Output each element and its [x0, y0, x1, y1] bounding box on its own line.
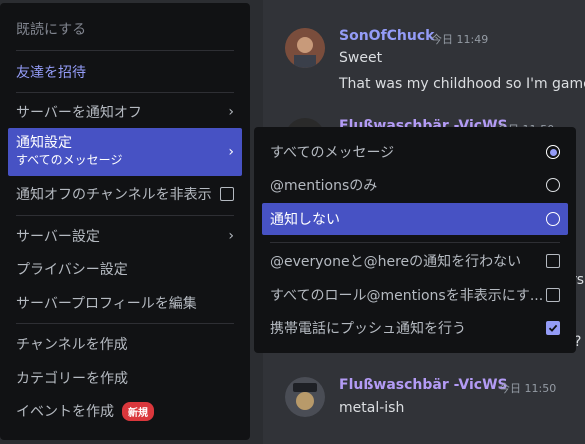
chevron-right-icon: › — [228, 104, 234, 120]
mark-read-item[interactable]: 既読にする — [8, 13, 242, 45]
option-label: 通知しない — [270, 212, 340, 228]
menu-item-label: チャンネルを作成 — [16, 337, 128, 353]
privacy-settings-item[interactable]: プライバシー設定 — [8, 253, 242, 285]
option-label: すべてのロール@mentionsを非表示にす... — [270, 288, 544, 304]
checkbox[interactable] — [546, 254, 560, 268]
radio-selected-icon[interactable] — [546, 145, 560, 159]
chevron-right-icon: › — [228, 144, 234, 160]
menu-item-label: 通知オフのチャンネルを非表示 — [16, 187, 212, 203]
option-label: 携帯電話にプッシュ通知を行う — [270, 321, 466, 337]
checkbox[interactable] — [220, 187, 234, 201]
message-text: Sweet — [339, 50, 383, 66]
menu-item-label: サーバーを通知オフ — [16, 105, 142, 121]
option-all-messages[interactable]: すべてのメッセージ — [262, 136, 568, 168]
menu-divider — [270, 242, 560, 243]
option-label: すべてのメッセージ — [270, 145, 395, 161]
invite-item[interactable]: 友達を招待 — [8, 56, 242, 88]
menu-divider — [16, 215, 234, 216]
timestamp: 今日 11:49 — [431, 33, 489, 46]
menu-item-label: 通知設定 — [16, 135, 72, 151]
menu-item-label: カテゴリーを作成 — [16, 371, 128, 387]
radio-icon[interactable] — [546, 212, 560, 226]
option-label: @everyoneと@hereの通知を行わない — [270, 254, 522, 270]
create-event-item[interactable]: イベントを作成 新規 — [8, 395, 242, 427]
checkbox-checked-icon[interactable] — [546, 321, 560, 335]
edit-server-profile-item[interactable]: サーバープロフィールを編集 — [8, 287, 242, 319]
mute-server-item[interactable]: サーバーを通知オフ › — [8, 96, 242, 128]
server-settings-item[interactable]: サーバー設定 › — [8, 220, 242, 252]
username[interactable]: Flußwaschbär -VicWS — [339, 377, 508, 393]
checkbox[interactable] — [546, 288, 560, 302]
timestamp: 今日 11:50 — [499, 382, 557, 395]
menu-divider — [16, 50, 234, 51]
menu-item-label: サーバープロフィールを編集 — [16, 296, 197, 312]
menu-item-label: 友達を招待 — [16, 65, 86, 81]
option-label: @mentionsのみ — [270, 178, 378, 194]
chevron-right-icon: › — [228, 228, 234, 244]
radio-icon[interactable] — [546, 178, 560, 192]
server-context-menu: 既読にする 友達を招待 サーバーを通知オフ › 通知設定 すべてのメッセージ ›… — [0, 3, 250, 440]
new-badge: 新規 — [122, 401, 154, 421]
option-suppress-roles[interactable]: すべてのロール@mentionsを非表示にす... — [262, 279, 568, 311]
menu-item-label: 既読にする — [16, 22, 87, 38]
menu-divider — [16, 323, 234, 324]
option-mentions-only[interactable]: @mentionsのみ — [262, 169, 568, 201]
menu-item-label: プライバシー設定 — [16, 262, 128, 278]
notification-settings-item[interactable]: 通知設定 すべてのメッセージ › — [8, 128, 242, 176]
option-mobile-push[interactable]: 携帯電話にプッシュ通知を行う — [262, 312, 568, 344]
create-channel-item[interactable]: チャンネルを作成 — [8, 328, 242, 360]
create-category-item[interactable]: カテゴリーを作成 — [8, 362, 242, 394]
message-text: That was my childhood so I'm game — [339, 76, 585, 92]
menu-divider — [16, 92, 234, 93]
avatar[interactable] — [285, 28, 325, 68]
hide-muted-channels-item[interactable]: 通知オフのチャンネルを非表示 — [8, 178, 242, 210]
notification-settings-submenu: すべてのメッセージ @mentionsのみ 通知しない @everyoneと@h… — [254, 127, 576, 353]
avatar[interactable] — [285, 377, 325, 417]
menu-item-sublabel: すべてのメッセージ — [16, 153, 123, 167]
menu-item-label: イベントを作成 — [16, 404, 114, 420]
menu-item-label: サーバー設定 — [16, 229, 100, 245]
option-nothing[interactable]: 通知しない — [262, 203, 568, 235]
option-suppress-everyone[interactable]: @everyoneと@hereの通知を行わない — [262, 245, 568, 277]
message-text: metal-ish — [339, 400, 405, 416]
username[interactable]: SonOfChuck — [339, 28, 434, 44]
